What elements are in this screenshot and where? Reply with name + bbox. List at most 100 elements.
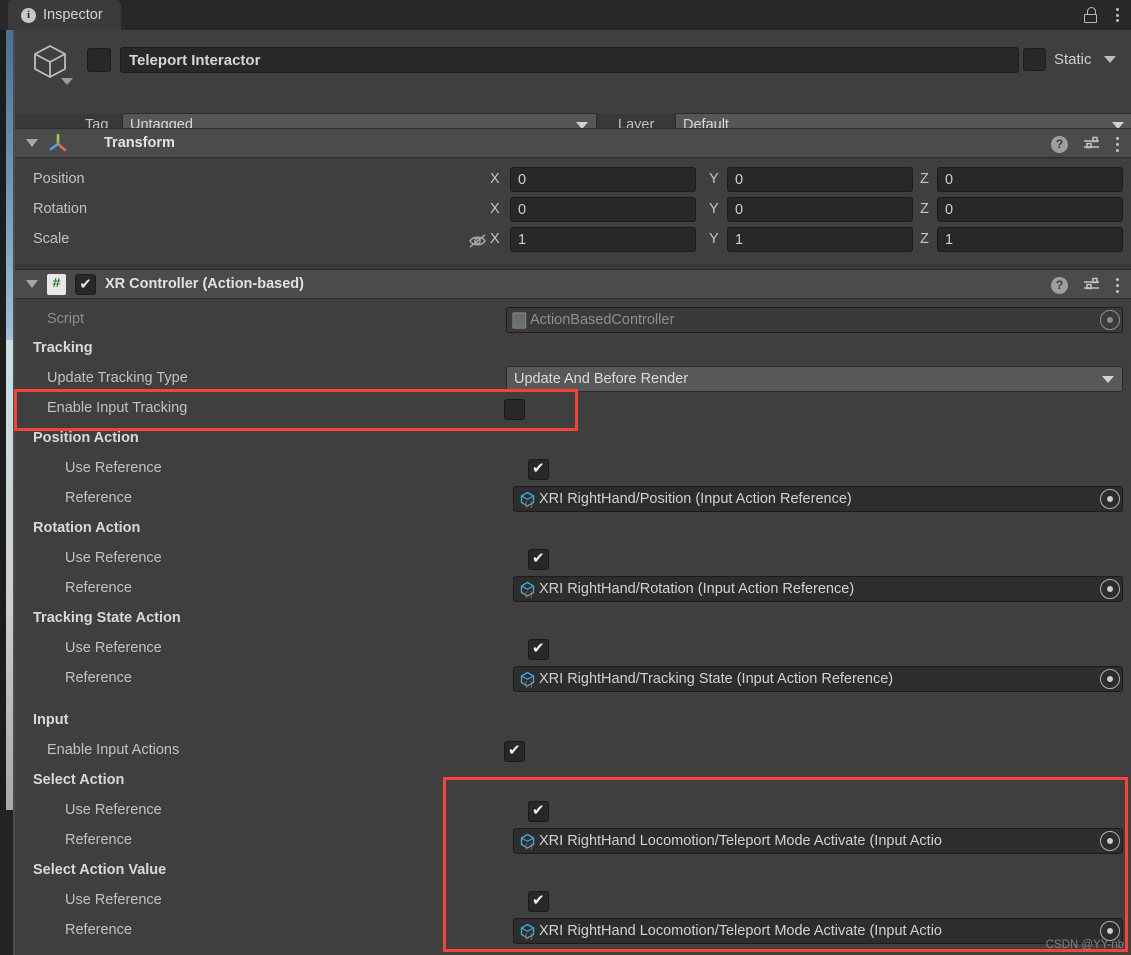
help-icon[interactable]: ?	[1051, 276, 1068, 294]
svg-text:#: #	[516, 317, 522, 328]
enable-input-actions-label: Enable Input Actions	[47, 742, 180, 758]
scale-y-axis-label: Y	[709, 231, 719, 247]
select-action-header: Select Action	[33, 772, 125, 788]
input-action-reference-icon: ()	[520, 833, 535, 850]
gameobject-enabled-checkbox[interactable]	[87, 48, 111, 72]
xr-controller-component-header[interactable]: # ✔ XR Controller (Action-based) ?	[15, 269, 1131, 299]
constrain-proportions-off-icon[interactable]	[467, 232, 489, 250]
position-z-value: 0	[945, 171, 954, 188]
object-picker-icon[interactable]	[1100, 921, 1120, 941]
tracking-section-header: Tracking	[33, 340, 93, 356]
xr-controller-component-body: Script # ActionBasedController Tracking …	[15, 300, 1131, 955]
scale-z-value: 1	[945, 231, 954, 248]
transform-foldout-icon[interactable]	[26, 139, 38, 147]
transform-component-header[interactable]: Transform ?	[15, 128, 1131, 158]
position-z-input[interactable]: 0	[937, 167, 1123, 192]
input-action-reference-icon: ()	[520, 581, 535, 598]
object-picker-icon[interactable]	[1100, 831, 1120, 851]
select-action-use-reference-checkbox[interactable]	[528, 800, 549, 822]
select-action-value-reference-label: Reference	[65, 922, 132, 938]
enable-input-tracking-checkbox[interactable]	[504, 399, 525, 420]
scale-x-value: 1	[518, 231, 527, 248]
preset-icon[interactable]	[1083, 277, 1101, 293]
rotation-action-reference-value: XRI RightHand/Rotation (Input Action Ref…	[539, 581, 855, 597]
update-tracking-type-dropdown[interactable]: Update And Before Render	[506, 366, 1123, 392]
position-y-axis-label: Y	[709, 171, 719, 187]
xr-controller-foldout-icon[interactable]	[26, 280, 38, 288]
xr-controller-enabled-checkbox[interactable]: ✔	[75, 273, 96, 295]
tracking-state-action-reference-label: Reference	[65, 670, 132, 686]
script-value: ActionBasedController	[530, 312, 675, 328]
kebab-menu-icon[interactable]	[1112, 6, 1123, 24]
object-picker-icon[interactable]	[1100, 310, 1120, 330]
input-action-reference-icon: ()	[520, 491, 535, 508]
rotation-action-use-reference-label: Use Reference	[65, 550, 162, 566]
scale-z-axis-label: Z	[920, 231, 929, 247]
lock-open-icon[interactable]	[1084, 7, 1098, 23]
rotation-z-input[interactable]: 0	[937, 197, 1123, 222]
scale-x-input[interactable]: 1	[510, 227, 696, 252]
position-y-input[interactable]: 0	[727, 167, 913, 192]
input-section-header: Input	[33, 712, 69, 728]
select-action-reference-field[interactable]: () XRI RightHand Locomotion/Teleport Mod…	[513, 828, 1123, 854]
rotation-action-use-reference-checkbox[interactable]	[528, 548, 549, 570]
position-x-input[interactable]: 0	[510, 167, 696, 192]
position-action-use-reference-label: Use Reference	[65, 460, 162, 476]
rotation-action-reference-field[interactable]: () XRI RightHand/Rotation (Input Action …	[513, 576, 1123, 602]
help-icon[interactable]: ?	[1051, 135, 1068, 153]
kebab-menu-icon[interactable]	[1116, 277, 1119, 293]
rotation-action-reference-label: Reference	[65, 580, 132, 596]
static-checkbox[interactable]	[1023, 48, 1046, 71]
gameobject-name-value: Teleport Interactor	[129, 51, 261, 69]
select-action-value-reference-value: XRI RightHand Locomotion/Teleport Mode A…	[539, 923, 942, 939]
rotation-y-input[interactable]: 0	[727, 197, 913, 222]
object-picker-icon[interactable]	[1100, 489, 1120, 509]
tab-inspector[interactable]: i Inspector	[8, 0, 121, 30]
scale-y-value: 1	[735, 231, 744, 248]
update-tracking-type-value: Update And Before Render	[514, 371, 689, 387]
svg-text:(): ()	[524, 591, 534, 598]
rotation-y-value: 0	[735, 201, 744, 218]
kebab-menu-icon[interactable]	[1116, 136, 1119, 152]
watermark: CSDN @YY-nb	[1045, 939, 1124, 951]
script-object-field[interactable]: # ActionBasedController	[506, 307, 1123, 333]
position-action-use-reference-checkbox[interactable]	[528, 458, 549, 480]
position-action-reference-field[interactable]: () XRI RightHand/Position (Input Action …	[513, 486, 1123, 512]
script-label: Script	[47, 311, 85, 327]
rotation-x-axis-label: X	[490, 201, 500, 217]
select-action-value-reference-field[interactable]: () XRI RightHand Locomotion/Teleport Mod…	[513, 918, 1123, 944]
select-action-reference-value: XRI RightHand Locomotion/Teleport Mode A…	[539, 833, 942, 849]
gameobject-icon-dropdown-caret[interactable]	[61, 78, 73, 85]
enable-input-actions-checkbox[interactable]	[504, 740, 525, 762]
left-edge-bottom	[0, 810, 14, 955]
select-action-use-reference-label: Use Reference	[65, 802, 162, 818]
static-dropdown-caret[interactable]	[1103, 56, 1116, 63]
scale-y-input[interactable]: 1	[727, 227, 913, 252]
gameobject-cube-icon	[34, 44, 66, 79]
position-x-axis-label: X	[490, 171, 500, 187]
scale-label: Scale	[33, 231, 70, 247]
inspector-tabbar: i Inspector	[0, 0, 1131, 30]
tracking-state-action-use-reference-checkbox[interactable]	[528, 638, 549, 660]
select-action-value-header: Select Action Value	[33, 862, 167, 878]
position-action-reference-label: Reference	[65, 490, 132, 506]
rotation-z-value: 0	[945, 201, 954, 218]
transform-title: Transform	[104, 135, 175, 151]
position-y-value: 0	[735, 171, 744, 188]
tab-inspector-label: Inspector	[43, 7, 103, 23]
svg-text:(): ()	[524, 933, 534, 940]
scale-z-input[interactable]: 1	[937, 227, 1123, 252]
object-picker-icon[interactable]	[1100, 669, 1120, 689]
rotation-x-input[interactable]: 0	[510, 197, 696, 222]
gameobject-name-input[interactable]: Teleport Interactor	[120, 47, 1019, 73]
tracking-state-action-reference-field[interactable]: () XRI RightHand/Tracking State (Input A…	[513, 666, 1123, 692]
select-action-value-use-reference-checkbox[interactable]	[528, 890, 549, 912]
position-x-value: 0	[518, 171, 527, 188]
unity-inspector-window: i Inspector Teleport Interactor Static T…	[0, 0, 1131, 955]
tracking-state-action-header: Tracking State Action	[33, 610, 181, 626]
chevron-down-icon	[1102, 376, 1114, 383]
xr-controller-title: XR Controller (Action-based)	[105, 276, 304, 292]
scale-x-axis-label: X	[490, 231, 500, 247]
object-picker-icon[interactable]	[1100, 579, 1120, 599]
preset-icon[interactable]	[1083, 136, 1101, 152]
